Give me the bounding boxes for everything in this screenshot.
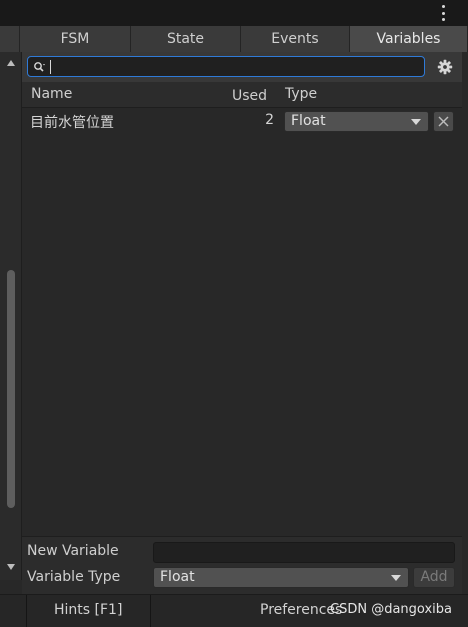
scroll-up-icon[interactable] [7, 60, 15, 66]
search-row [22, 52, 462, 82]
add-variable-button[interactable]: Add [413, 567, 455, 588]
new-variable-input[interactable] [153, 542, 455, 563]
tab-bar: FSM State Events Variables [0, 26, 468, 52]
new-variable-type-value: Float [160, 569, 195, 585]
gear-icon[interactable] [436, 58, 454, 76]
table-header: Name Used Type [22, 82, 462, 108]
tab-events[interactable]: Events [241, 26, 350, 52]
column-header-type[interactable]: Type [285, 86, 317, 102]
tab-variables[interactable]: Variables [350, 26, 468, 52]
variables-panel: Name Used Type 目前水管位置 2 Float [22, 52, 468, 580]
status-separator [26, 595, 27, 627]
search-icon [34, 62, 45, 72]
delete-variable-button[interactable] [433, 111, 454, 132]
left-scroll-panel [0, 52, 22, 580]
new-variable-type-select[interactable]: Float [153, 567, 409, 588]
window-titlebar [0, 0, 468, 26]
new-variable-label: New Variable [27, 543, 119, 559]
dropdown-arrow-icon [391, 575, 401, 581]
status-separator [150, 595, 151, 627]
kebab-menu-icon[interactable] [436, 5, 450, 21]
variable-type-value: Float [291, 113, 326, 129]
scroll-down-icon[interactable] [7, 564, 15, 570]
variable-type-label: Variable Type [27, 569, 121, 585]
variable-used-count: 2 [265, 112, 274, 128]
dropdown-arrow-icon [411, 119, 421, 125]
panel-right-edge [462, 52, 468, 594]
status-bar: Hints [F1] Preferences CSDN @dangoxiba [0, 594, 468, 627]
new-variable-panel: New Variable Variable Type Float Add [22, 536, 462, 594]
search-box[interactable] [27, 56, 425, 77]
hints-button[interactable]: Hints [F1] [54, 602, 122, 618]
watermark-text: CSDN @dangoxiba [330, 602, 452, 617]
variable-type-select[interactable]: Float [284, 111, 429, 132]
column-header-used[interactable]: Used [232, 88, 267, 104]
close-icon [438, 116, 449, 127]
scrollbar-thumb[interactable] [7, 270, 15, 508]
variable-name[interactable]: 目前水管位置 [30, 112, 114, 132]
tab-state[interactable]: State [131, 26, 241, 52]
tab-fsm[interactable]: FSM [20, 26, 131, 52]
search-input[interactable] [54, 57, 414, 76]
table-row[interactable]: 目前水管位置 2 Float [22, 109, 462, 135]
text-caret [50, 60, 51, 74]
column-header-name[interactable]: Name [31, 86, 72, 102]
tab-bar-left-stub [0, 26, 20, 52]
